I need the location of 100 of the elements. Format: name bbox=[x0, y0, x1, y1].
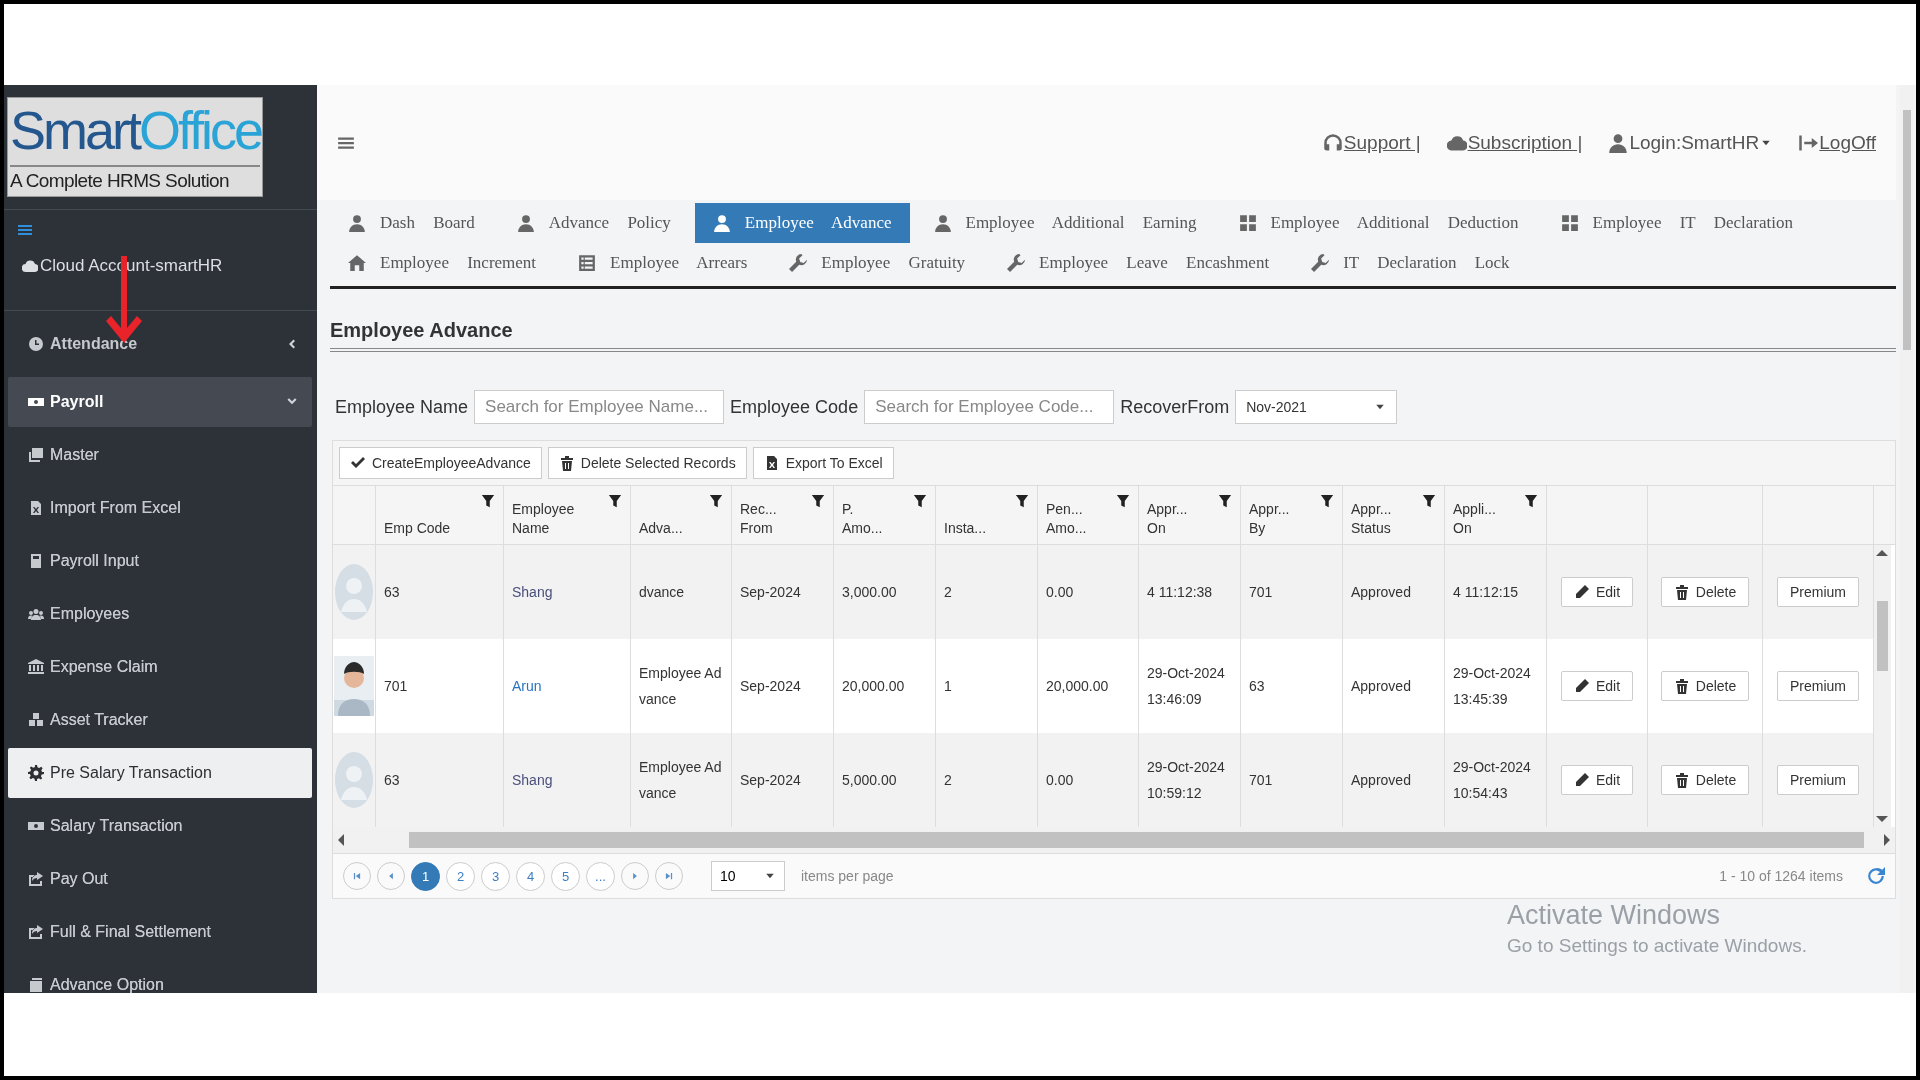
tab[interactable]: Advance Policy bbox=[498, 203, 689, 243]
cloud-icon bbox=[22, 258, 38, 274]
filter-icon[interactable] bbox=[811, 494, 825, 508]
header-link[interactable]: Support | bbox=[1322, 131, 1421, 154]
column-header[interactable]: Appli... On bbox=[1453, 500, 1496, 538]
tab[interactable]: Employee Leave Encashment bbox=[989, 243, 1288, 283]
tab[interactable]: Employee Arrears bbox=[560, 243, 766, 283]
column-header[interactable]: Appr... By bbox=[1249, 500, 1290, 538]
table-cell-text: 1 bbox=[944, 677, 952, 696]
month-dropdown[interactable]: Nov-2021 bbox=[1235, 390, 1398, 424]
sidebar-item[interactable]: Asset Tracker bbox=[8, 695, 312, 745]
page-button[interactable]: ... bbox=[586, 861, 615, 891]
trash-icon bbox=[558, 455, 575, 471]
filter-icon[interactable] bbox=[608, 494, 622, 508]
premium-button[interactable]: Premium bbox=[1777, 671, 1859, 701]
search-field[interactable]: Search for Employee Code... bbox=[864, 390, 1115, 424]
header-link[interactable]: Login:SmartHR bbox=[1608, 131, 1773, 154]
tab[interactable]: Employee Increment bbox=[330, 243, 555, 283]
documents-icon bbox=[28, 447, 44, 463]
table-cell-text: 29-Oct-2024 13:46:09 bbox=[1147, 664, 1226, 709]
table-cell-text: Sep-2024 bbox=[740, 583, 801, 602]
page-button[interactable]: 3 bbox=[481, 861, 510, 891]
share-icon bbox=[28, 871, 44, 887]
employee-link[interactable]: Shang bbox=[512, 767, 553, 793]
scroll-thumb[interactable] bbox=[409, 832, 1864, 848]
filter-icon[interactable] bbox=[1320, 494, 1334, 508]
edit-button[interactable]: Edit bbox=[1560, 671, 1634, 701]
sidebar-item[interactable]: Pay Out bbox=[8, 854, 312, 904]
sidebar-item[interactable]: Pre Salary Transaction bbox=[8, 748, 312, 798]
tab[interactable]: Dash Board bbox=[330, 203, 493, 243]
sidebar-item[interactable]: Payroll Input bbox=[8, 536, 312, 586]
filter-icon[interactable] bbox=[913, 494, 927, 508]
sidebar-group[interactable]: Attendance bbox=[8, 319, 312, 369]
list-icon bbox=[578, 254, 597, 272]
page-button[interactable]: 1 bbox=[411, 861, 440, 891]
sidebar-item[interactable]: Advance Option bbox=[8, 960, 312, 993]
trash-icon bbox=[1673, 772, 1690, 788]
premium-button[interactable]: Premium bbox=[1777, 577, 1859, 607]
scrollbar[interactable] bbox=[1900, 85, 1914, 993]
page-button[interactable]: 5 bbox=[551, 861, 580, 891]
employee-link[interactable]: Arun bbox=[512, 673, 542, 699]
sidebar-item[interactable]: Salary Transaction bbox=[8, 801, 312, 851]
tab[interactable]: Employee Advance bbox=[694, 203, 910, 243]
delete-button[interactable]: Delete bbox=[1660, 671, 1750, 701]
tab[interactable]: Employee IT Declaration bbox=[1542, 203, 1811, 243]
table-cell-text: 63 bbox=[384, 583, 400, 602]
pager-summary: 1 - 10 of 1264 items bbox=[1719, 868, 1843, 884]
sidebar-item[interactable]: Import From Excel bbox=[8, 483, 312, 533]
filter-icon[interactable] bbox=[1015, 494, 1029, 508]
tab[interactable]: Employee Additional Deduction bbox=[1220, 203, 1537, 243]
refresh-icon[interactable] bbox=[1867, 867, 1885, 885]
employee-link[interactable]: Shang bbox=[512, 579, 553, 605]
column-header[interactable]: Adva... bbox=[639, 519, 683, 538]
users-icon bbox=[28, 606, 44, 622]
column-header[interactable]: Emp Code bbox=[384, 519, 451, 538]
sidebar-item[interactable]: Master bbox=[8, 430, 312, 480]
scroll-thumb[interactable] bbox=[1903, 110, 1911, 350]
tab[interactable]: IT Declaration Lock bbox=[1293, 243, 1528, 283]
tab[interactable]: Employee Additional Earning bbox=[915, 203, 1215, 243]
page-button[interactable]: 4 bbox=[516, 861, 545, 891]
column-header[interactable]: Pen... Amo... bbox=[1046, 500, 1087, 538]
column-header[interactable]: Employee Name bbox=[512, 500, 575, 538]
column-header[interactable]: Appr... On bbox=[1147, 500, 1188, 538]
column-header[interactable]: Rec... From bbox=[740, 500, 777, 538]
sidebar-group[interactable]: Payroll bbox=[8, 377, 312, 427]
sidebar-item[interactable]: Full & Final Settlement bbox=[8, 907, 312, 957]
toolbar-button[interactable]: Export To Excel bbox=[752, 447, 894, 479]
filter-icon[interactable] bbox=[1116, 494, 1130, 508]
filter-icon[interactable] bbox=[481, 494, 495, 508]
premium-button[interactable]: Premium bbox=[1777, 765, 1859, 795]
table-cell-text: 29-Oct-2024 10:54:43 bbox=[1453, 758, 1532, 803]
filter-icon[interactable] bbox=[709, 494, 723, 508]
tab[interactable]: Employee Gratuity bbox=[771, 243, 984, 283]
page-size-dropdown[interactable]: 10 bbox=[711, 861, 785, 891]
edit-button[interactable]: Edit bbox=[1560, 765, 1634, 795]
delete-button[interactable]: Delete bbox=[1660, 577, 1750, 607]
header-link[interactable]: LogOff bbox=[1798, 131, 1876, 154]
sidebar-item[interactable]: Employees bbox=[8, 589, 312, 639]
filter-icon[interactable] bbox=[1422, 494, 1436, 508]
page-button[interactable]: 2 bbox=[446, 861, 475, 891]
column-header[interactable]: Appr... Status bbox=[1351, 500, 1392, 538]
edit-button[interactable]: Edit bbox=[1560, 577, 1634, 607]
wrench-icon bbox=[789, 254, 808, 272]
pencil-icon bbox=[1573, 772, 1590, 788]
toolbar-button[interactable]: CreateEmployeeAdvance bbox=[339, 447, 542, 479]
delete-button[interactable]: Delete bbox=[1660, 765, 1750, 795]
table-cell-text: 5,000.00 bbox=[842, 771, 897, 790]
menu-icon[interactable] bbox=[17, 222, 33, 238]
column-header[interactable]: Insta... bbox=[944, 519, 987, 538]
column-header[interactable]: P. Amo... bbox=[842, 500, 883, 538]
scroll-thumb[interactable] bbox=[1877, 601, 1888, 671]
sidebar-item[interactable]: Expense Claim bbox=[8, 642, 312, 692]
filter-icon[interactable] bbox=[1218, 494, 1232, 508]
scrollbar[interactable] bbox=[1874, 545, 1891, 827]
toolbar-button[interactable]: Delete Selected Records bbox=[547, 447, 747, 479]
header-link[interactable]: Subscription | bbox=[1446, 131, 1583, 154]
scrollbar[interactable] bbox=[333, 827, 1895, 853]
filter-icon[interactable] bbox=[1524, 494, 1538, 508]
search-field[interactable]: Search for Employee Name... bbox=[474, 390, 725, 424]
pencil-icon bbox=[1573, 584, 1590, 600]
